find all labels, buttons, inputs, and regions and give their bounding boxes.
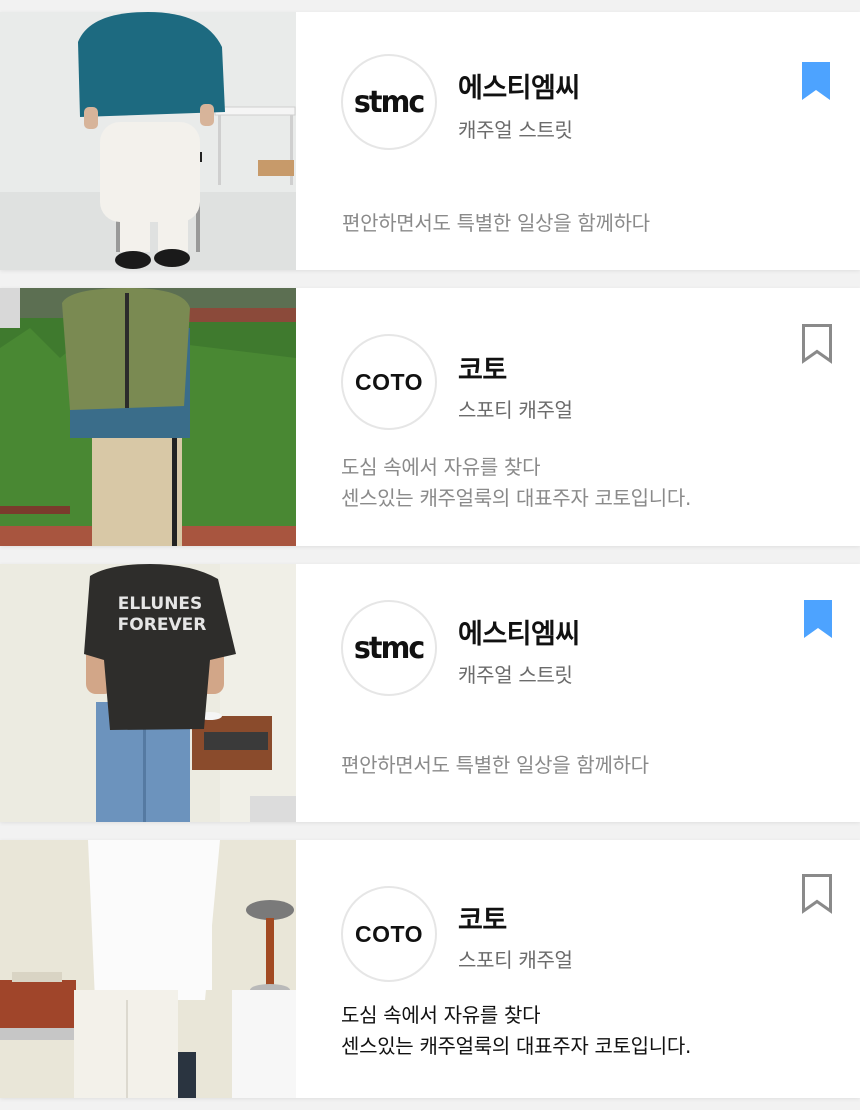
brand-description: 편안하면서도 특별한 일상을 함께하다	[341, 750, 649, 781]
brand-description: 도심 속에서 자유를 찾다 센스있는 캐주얼룩의 대표주자 코토입니다.	[341, 1000, 691, 1062]
brand-name[interactable]: 에스티엠씨	[458, 612, 580, 651]
brand-photo[interactable]	[0, 12, 296, 270]
brand-description-line: 도심 속에서 자유를 찾다	[341, 1003, 541, 1027]
brand-logo-text: COTO	[354, 920, 424, 947]
brand-card[interactable]: ELLUNES FOREVER stmc 에스티엠씨 캐주얼 스트릿 편안하면서…	[0, 564, 860, 822]
brand-description-line: 편안하면서도 특별한 일상을 함께하다	[341, 753, 649, 777]
brand-name[interactable]: 에스티엠씨	[458, 66, 580, 105]
brand-description-line: 도심 속에서 자유를 찾다	[341, 455, 541, 479]
tshirt-print-text: FOREVER	[118, 615, 207, 635]
brand-description-line: 센스있는 캐주얼룩의 대표주자 코토입니다.	[341, 1034, 692, 1058]
brand-photo[interactable]	[0, 840, 296, 1098]
bookmark-filled-icon[interactable]	[802, 62, 834, 104]
brand-logo-text: stmc	[354, 630, 425, 666]
brand-logo: stmc	[341, 600, 437, 696]
brand-photo[interactable]: ELLUNES FOREVER	[0, 564, 296, 822]
brand-logo: COTO	[341, 334, 437, 430]
brand-description: 도심 속에서 자유를 찾다 센스있는 캐주얼룩의 대표주자 코토입니다.	[341, 452, 691, 514]
brand-description-line: 센스있는 캐주얼룩의 대표주자 코토입니다.	[341, 486, 692, 510]
bookmark-outline-icon[interactable]	[802, 874, 834, 916]
brand-photo[interactable]	[0, 288, 296, 546]
brand-card[interactable]: stmc 에스티엠씨 캐주얼 스트릿 편안하면서도 특별한 일상을 함께하다	[0, 12, 860, 270]
brand-logo: COTO	[341, 886, 437, 982]
brand-category: 스포티 캐주얼	[458, 398, 573, 422]
brand-name[interactable]: 코토	[458, 898, 507, 937]
brand-card[interactable]: COTO 코토 스포티 캐주얼 도심 속에서 자유를 찾다 센스있는 캐주얼룩의…	[0, 288, 860, 546]
tshirt-print-text: ELLUNES	[118, 594, 203, 614]
bookmark-filled-icon[interactable]	[804, 600, 836, 642]
bookmark-outline-icon[interactable]	[802, 324, 834, 366]
brand-logo: stmc	[341, 54, 437, 150]
brand-description: 편안하면서도 특별한 일상을 함께하다	[342, 208, 650, 239]
brand-category: 캐주얼 스트릿	[458, 663, 573, 687]
brand-description-line: 편안하면서도 특별한 일상을 함께하다	[342, 211, 650, 235]
brand-category: 스포티 캐주얼	[458, 948, 573, 972]
brand-name[interactable]: 코토	[458, 348, 507, 387]
brand-category: 캐주얼 스트릿	[458, 118, 573, 142]
brand-logo-text: COTO	[354, 368, 424, 395]
brand-card[interactable]: COTO 코토 스포티 캐주얼 도심 속에서 자유를 찾다 센스있는 캐주얼룩의…	[0, 840, 860, 1098]
brand-logo-text: stmc	[354, 84, 425, 120]
